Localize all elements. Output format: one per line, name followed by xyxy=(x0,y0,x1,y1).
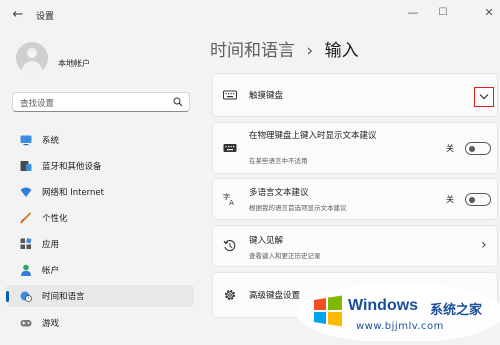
breadcrumb-parent[interactable]: 时间和语言 xyxy=(210,41,295,61)
card-title: 多语言文本建议 xyxy=(249,188,309,198)
sidebar-item-time-language[interactable]: 时间和语言 xyxy=(6,285,194,307)
card-subtitle: 在某些语言中不适用 xyxy=(249,157,308,165)
toggle-state-label: 关 xyxy=(446,144,454,153)
card-subtitle: 查看键入和更正历史记录 xyxy=(249,252,321,260)
watermark-brand-cn: 系统之家 xyxy=(430,303,483,318)
card-title: 键入见解 xyxy=(249,236,284,246)
sidebar-item-personalization[interactable]: 个性化 xyxy=(6,207,194,229)
bluetooth-icon xyxy=(20,161,32,171)
watermark-brand: Windows xyxy=(348,297,419,314)
maximize-button[interactable]: ☐ xyxy=(430,3,456,23)
watermark-url: www.bjjmlv.com xyxy=(356,321,444,332)
sidebar-item-system[interactable]: 系统 xyxy=(6,129,194,151)
minimize-button[interactable]: — xyxy=(400,3,426,23)
toggle-state-label: 关 xyxy=(446,195,454,204)
breadcrumb-separator: › xyxy=(306,41,314,61)
active-indicator xyxy=(6,291,9,302)
window-title: 设置 xyxy=(36,12,55,22)
search-input[interactable]: 查找设置 xyxy=(20,97,54,109)
person-icon xyxy=(21,264,31,276)
sidebar-item-network[interactable]: 网络和 Internet xyxy=(6,181,194,203)
card-title: 高级键盘设置 xyxy=(249,291,301,301)
card-subtitle: 根据我的语言首选项显示文本建议 xyxy=(249,204,347,212)
gamepad-icon xyxy=(20,320,32,327)
sidebar-item-label: 应用 xyxy=(42,240,60,250)
sidebar-item-label: 个性化 xyxy=(42,214,68,224)
multilingual-toggle[interactable] xyxy=(465,193,491,206)
gear-icon xyxy=(224,289,236,301)
chevron-right-icon: › xyxy=(481,237,487,253)
typing-insights-card[interactable]: 键入见解 查看键入和更正历史记录 › xyxy=(212,225,498,267)
globe-clock-icon xyxy=(20,291,32,302)
text-suggestions-toggle[interactable] xyxy=(465,142,491,155)
sidebar-item-apps[interactable]: 应用 xyxy=(6,233,194,255)
title-bar: ← 设置 — ☐ ✕ xyxy=(0,0,500,30)
multilingual-suggestions-card: 字 A 多语言文本建议 根据我的语言首选项显示文本建议 关 xyxy=(212,178,498,220)
apps-icon xyxy=(20,238,32,249)
text-suggestions-card: 在物理键盘上键入时显示文本建议 在某些语言中不适用 关 xyxy=(212,122,498,174)
chevron-down-icon xyxy=(479,94,489,100)
search-icon[interactable] xyxy=(173,97,183,107)
brush-icon xyxy=(20,212,32,224)
sidebar-item-label: 蓝牙和其他设备 xyxy=(42,162,102,172)
sidebar-item-bluetooth[interactable]: 蓝牙和其他设备 xyxy=(6,155,194,177)
account-name: 本地帐户 xyxy=(58,59,90,68)
breadcrumb: 时间和语言 › 输入 xyxy=(210,36,359,61)
watermark: Windows 系统之家 www.bjjmlv.com xyxy=(296,283,500,343)
keyboard-icon xyxy=(223,144,237,152)
sidebar-item-gaming[interactable]: 游戏 xyxy=(6,312,194,334)
sidebar-item-label: 帐户 xyxy=(42,266,60,276)
svg-text:A: A xyxy=(229,199,234,206)
avatar[interactable] xyxy=(16,42,48,74)
sidebar-item-label: 时间和语言 xyxy=(42,292,85,302)
history-icon xyxy=(223,240,236,252)
back-button[interactable]: ← xyxy=(8,5,28,25)
wifi-icon xyxy=(20,187,32,197)
expand-button[interactable] xyxy=(474,87,494,107)
sidebar-item-accounts[interactable]: 帐户 xyxy=(6,259,194,281)
card-title: 触摸键盘 xyxy=(249,91,284,101)
sidebar-item-label: 游戏 xyxy=(42,319,60,329)
card-title: 在物理键盘上键入时显示文本建议 xyxy=(249,131,377,141)
sidebar-item-label: 系统 xyxy=(42,136,60,146)
monitor-icon xyxy=(20,135,32,146)
close-button[interactable]: ✕ xyxy=(476,3,500,23)
touch-keyboard-card[interactable]: 触摸键盘 xyxy=(212,73,498,117)
keyboard-icon xyxy=(223,90,237,100)
page-title: 输入 xyxy=(324,41,359,61)
language-icon: 字 A xyxy=(223,192,234,206)
search-box[interactable]: 查找设置 xyxy=(12,92,190,112)
sidebar-item-label: 网络和 Internet xyxy=(42,188,104,198)
